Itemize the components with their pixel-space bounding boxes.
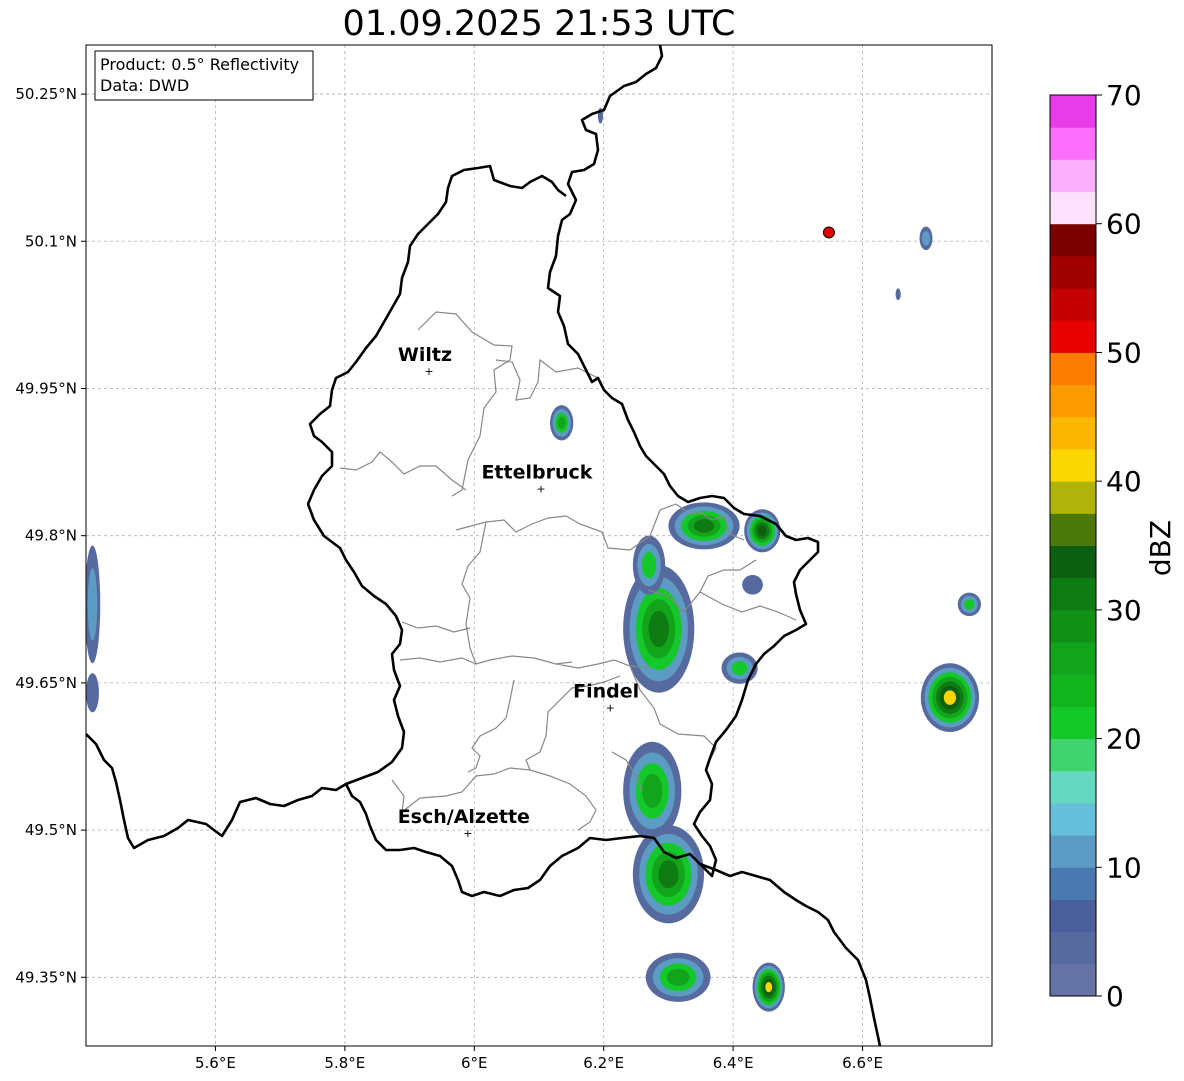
radar-echo xyxy=(645,952,711,1002)
echo-level xyxy=(895,288,901,301)
lat-tick-label: 49.8°N xyxy=(25,527,77,545)
radar-echo xyxy=(668,502,740,550)
echo-level xyxy=(731,661,748,676)
lon-tick-label: 6.2°E xyxy=(583,1054,624,1072)
radar-echo xyxy=(623,741,682,840)
radar-map: +Wiltz+Ettelbruck+Findel+Esch/Alzette 5.… xyxy=(15,44,993,1072)
radar-echo xyxy=(752,962,785,1012)
radar-echo xyxy=(721,652,758,684)
city-marker-icon: + xyxy=(536,483,545,496)
radar-site-marker xyxy=(822,226,835,239)
info-product: Product: 0.5° Reflectivity xyxy=(100,55,299,74)
radar-echo xyxy=(550,405,574,441)
city-marker-icon: + xyxy=(463,827,472,840)
radar-echo xyxy=(920,663,980,732)
city-label: Wiltz xyxy=(398,344,452,366)
lat-tick-label: 49.35°N xyxy=(15,968,77,986)
echo-level xyxy=(964,599,975,610)
echo-level xyxy=(557,416,566,429)
radar-echo xyxy=(632,825,705,924)
radar-echo xyxy=(742,574,763,595)
lon-tick-label: 6.4°E xyxy=(713,1054,754,1072)
radar-echo xyxy=(86,545,101,664)
lat-tick-label: 50.1°N xyxy=(25,232,77,250)
echo-level xyxy=(693,519,715,533)
lat-tick-label: 49.95°N xyxy=(15,379,77,397)
lon-tick-label: 5.6°E xyxy=(195,1054,236,1072)
echo-level xyxy=(757,525,767,537)
echo-level xyxy=(922,231,930,246)
radar-site-layer xyxy=(822,226,835,239)
echo-level xyxy=(765,981,773,993)
radar-echo xyxy=(895,288,901,301)
map-background xyxy=(86,45,992,1046)
echo-level xyxy=(742,574,763,595)
echo-level xyxy=(87,568,98,641)
info-box: Product: 0.5° Reflectivity Data: DWD xyxy=(94,50,314,101)
city-label: Findel xyxy=(573,680,639,702)
info-source: Data: DWD xyxy=(100,76,189,95)
echo-level xyxy=(642,773,663,808)
lon-tick-label: 5.8°E xyxy=(324,1054,365,1072)
echo-level xyxy=(641,552,657,579)
lat-tick-label: 50.25°N xyxy=(15,85,77,103)
radar-echo xyxy=(957,592,981,617)
echo-level xyxy=(648,610,669,648)
city-marker-icon: + xyxy=(424,365,433,378)
city-label: Ettelbruck xyxy=(481,462,592,484)
radar-echo xyxy=(86,673,99,713)
radar-echo xyxy=(919,226,933,251)
city-label: Esch/Alzette xyxy=(398,806,530,828)
echo-level xyxy=(86,673,99,713)
city-marker-icon: + xyxy=(606,701,615,714)
lon-tick-label: 6.6°E xyxy=(842,1054,883,1072)
echo-level xyxy=(658,860,679,889)
lon-tick-label: 6°E xyxy=(461,1054,488,1072)
lat-tick-label: 49.5°N xyxy=(25,821,77,839)
echo-level xyxy=(666,968,690,986)
lat-tick-label: 49.65°N xyxy=(15,674,77,692)
echo-level xyxy=(943,690,957,705)
